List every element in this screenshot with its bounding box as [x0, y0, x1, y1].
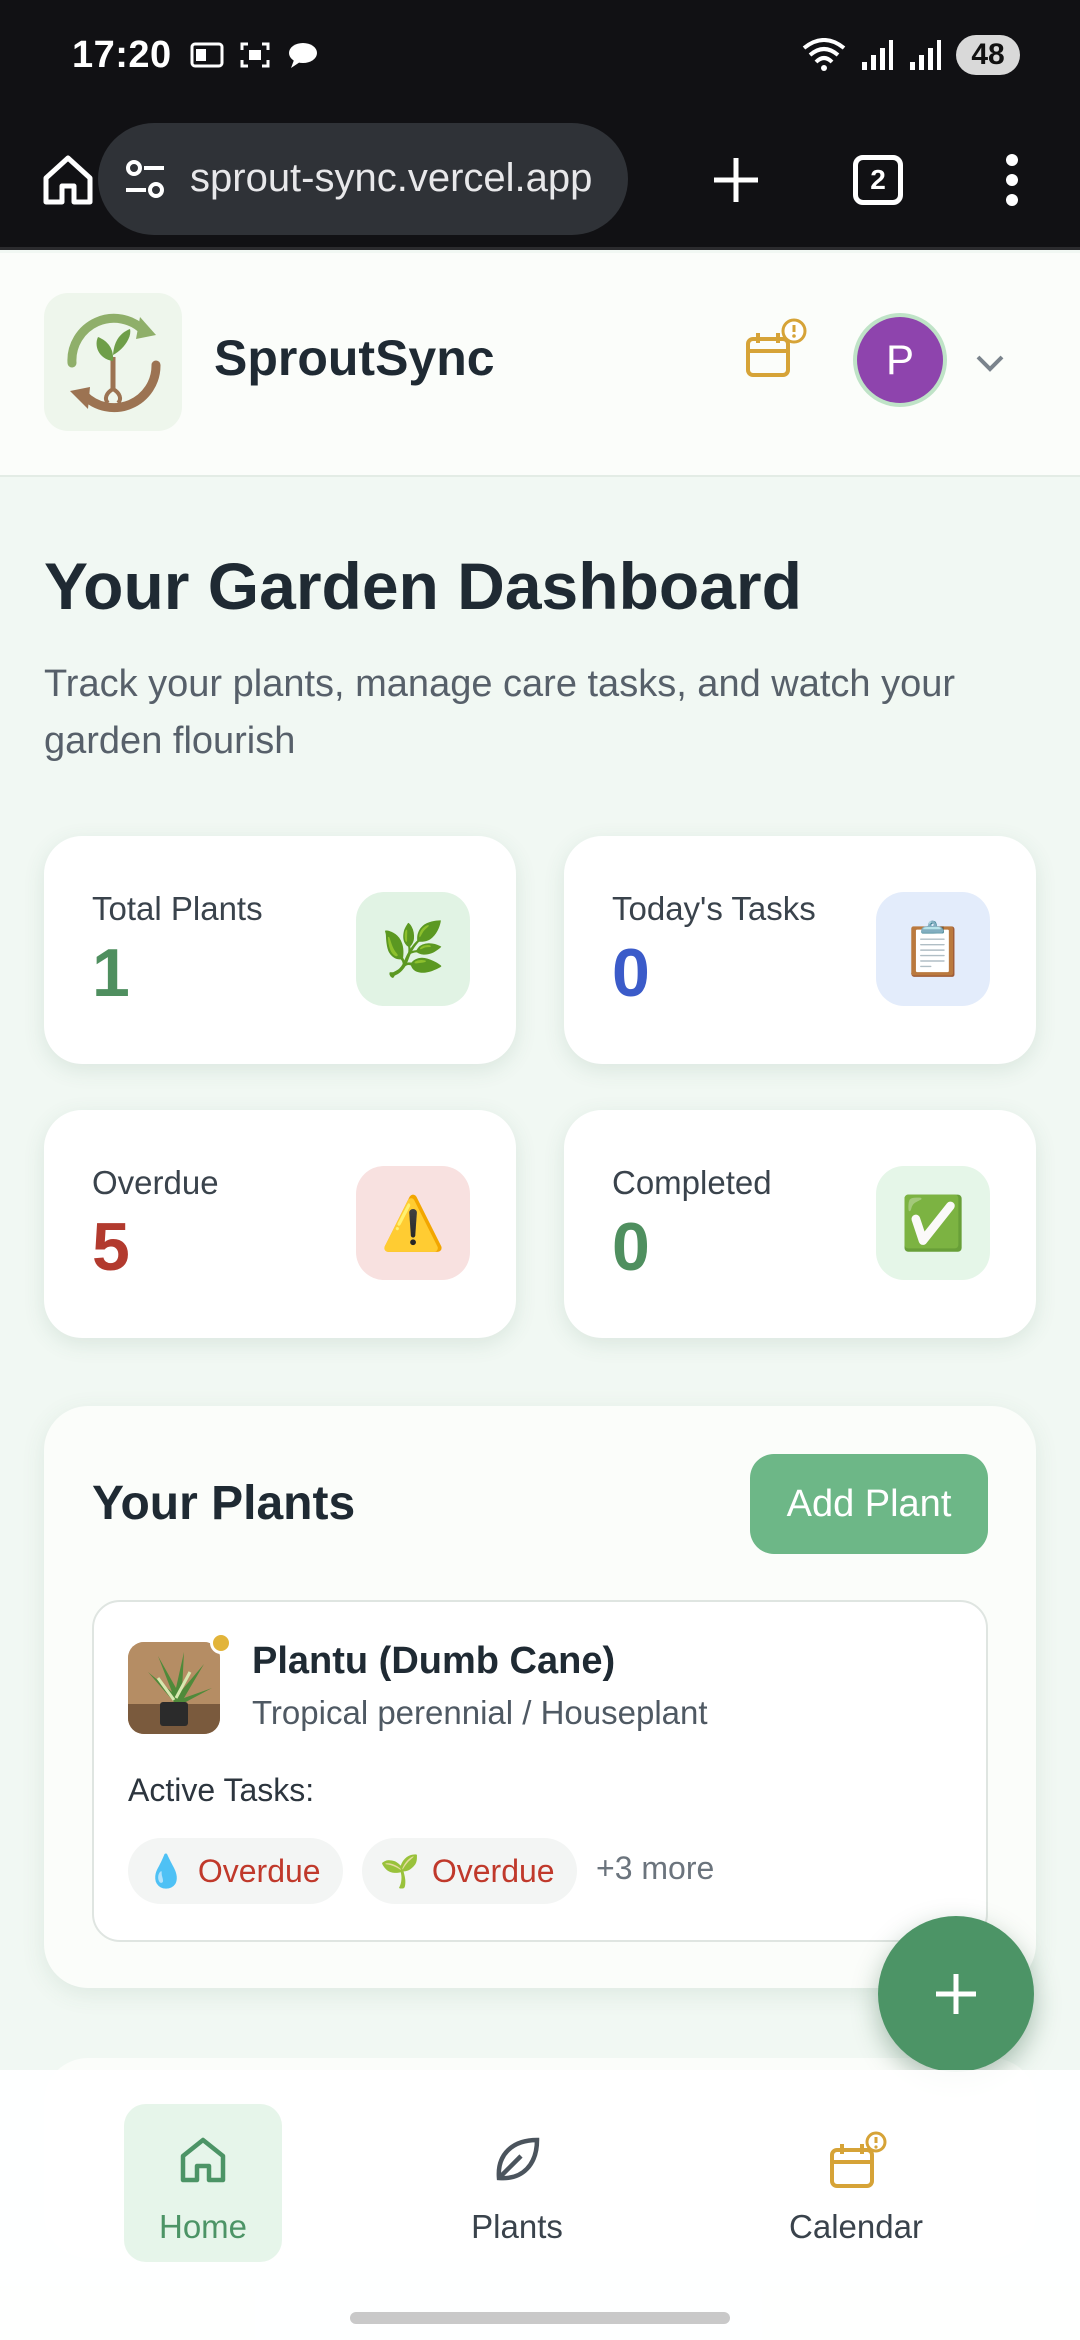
nav-label: Plants — [471, 2208, 563, 2245]
page-title: Your Garden Dashboard — [44, 549, 802, 623]
user-avatar[interactable]: P — [857, 317, 943, 403]
browser-toolbar: sprout-sync.vercel.app 2 — [0, 110, 1080, 250]
sproutsync-logo[interactable] — [44, 293, 182, 431]
tab-switcher-button[interactable]: 2 — [838, 140, 918, 220]
plants-panel: Your Plants Add Plant Plantu (Dumb Cane)… — [44, 1406, 1036, 1988]
nav-label: Calendar — [789, 2208, 923, 2245]
brand-name: SproutSync — [214, 330, 495, 386]
app-header: SproutSync P — [0, 253, 1080, 477]
plant-thumbnail — [128, 1642, 220, 1734]
plant-card[interactable]: Plantu (Dumb Cane) Tropical perennial / … — [92, 1600, 988, 1942]
water-drop-icon: 💧 — [146, 1853, 186, 1889]
plus-icon — [714, 158, 758, 202]
stat-label: Total Plants — [92, 890, 263, 927]
plus-icon — [936, 1974, 976, 2014]
plant-type: Tropical perennial / Houseplant — [252, 1694, 708, 1731]
task-status: Overdue — [197, 1852, 321, 1889]
calendar-alert-icon — [746, 318, 807, 377]
stat-card-completed[interactable]: Completed 0 ✅ — [564, 1110, 1036, 1338]
notification-icons — [190, 40, 320, 70]
stat-value: 0 — [612, 1209, 650, 1285]
seedling-icon: 🌱 — [380, 1853, 420, 1889]
site-settings-icon[interactable] — [122, 156, 168, 202]
stat-label: Completed — [612, 1164, 772, 1201]
signal-icon-2 — [910, 40, 941, 70]
leaf-icon: 🌿 — [356, 892, 470, 1006]
stat-value: 0 — [612, 935, 650, 1011]
battery-indicator: 48 — [956, 35, 1020, 75]
stat-card-overdue[interactable]: Overdue 5 ⚠️ — [44, 1110, 516, 1338]
leaf-icon — [496, 2137, 540, 2181]
outlook-icon — [190, 42, 224, 68]
warning-icon: ⚠️ — [356, 1166, 470, 1280]
plant-status-dot — [210, 1632, 232, 1654]
stat-value: 1 — [92, 935, 130, 1011]
home-icon — [43, 155, 93, 205]
status-bar: 17:20 48 — [0, 0, 1080, 110]
logo-icon — [67, 313, 161, 413]
plant-photo-icon — [128, 1642, 220, 1734]
more-tasks-link[interactable]: +3 more — [596, 1850, 714, 1887]
nav-item-plants[interactable]: Plants — [438, 2104, 596, 2262]
stat-value: 5 — [92, 1209, 130, 1285]
calendar-alert-button[interactable] — [740, 317, 820, 397]
tab-count: 2 — [853, 155, 903, 205]
stat-label: Today's Tasks — [612, 890, 816, 927]
chat-icon — [288, 43, 317, 68]
nav-item-home[interactable]: Home — [124, 2104, 282, 2262]
home-icon — [180, 2137, 226, 2183]
stat-card-todays-tasks[interactable]: Today's Tasks 0 📋 — [564, 836, 1036, 1064]
wifi-icon — [802, 38, 846, 71]
active-tasks-label: Active Tasks: — [128, 1772, 315, 1808]
task-chip-fertilizing[interactable]: 🌱 Overdue — [362, 1838, 577, 1904]
task-status: Overdue — [431, 1852, 555, 1889]
page-subtitle: Track your plants, manage care tasks, an… — [44, 663, 956, 762]
add-plant-button[interactable]: Add Plant — [750, 1454, 988, 1554]
chevron-down-icon[interactable] — [970, 343, 1010, 383]
screenshot-icon — [240, 42, 270, 68]
stat-label: Overdue — [92, 1164, 219, 1201]
nav-item-calendar[interactable]: Calendar — [776, 2104, 936, 2262]
signal-icon — [862, 40, 893, 70]
plant-name: Plantu (Dumb Cane) — [252, 1640, 616, 1682]
calendar-alert-icon — [830, 2131, 887, 2188]
gesture-home-indicator[interactable] — [350, 2312, 730, 2324]
browser-menu-button[interactable] — [972, 140, 1052, 220]
check-icon: ✅ — [876, 1166, 990, 1280]
more-vert-icon — [1006, 154, 1018, 206]
nav-label: Home — [158, 2208, 248, 2245]
url-text: sprout-sync.vercel.app — [190, 156, 593, 200]
task-chip-watering[interactable]: 💧 Overdue — [128, 1838, 343, 1904]
stat-card-total-plants[interactable]: Total Plants 1 🌿 — [44, 836, 516, 1064]
address-bar[interactable]: sprout-sync.vercel.app — [98, 122, 628, 235]
home-button[interactable] — [28, 140, 108, 220]
panel-title: Your Plants — [92, 1477, 356, 1530]
status-time: 17:20 — [72, 33, 172, 76]
clipboard-icon: 📋 — [876, 892, 990, 1006]
system-icons: 48 — [802, 35, 1020, 75]
add-fab-button[interactable] — [878, 1916, 1034, 2072]
new-tab-button[interactable] — [696, 140, 776, 220]
bottom-navigation: Home Plants Calendar — [0, 2070, 1080, 2340]
